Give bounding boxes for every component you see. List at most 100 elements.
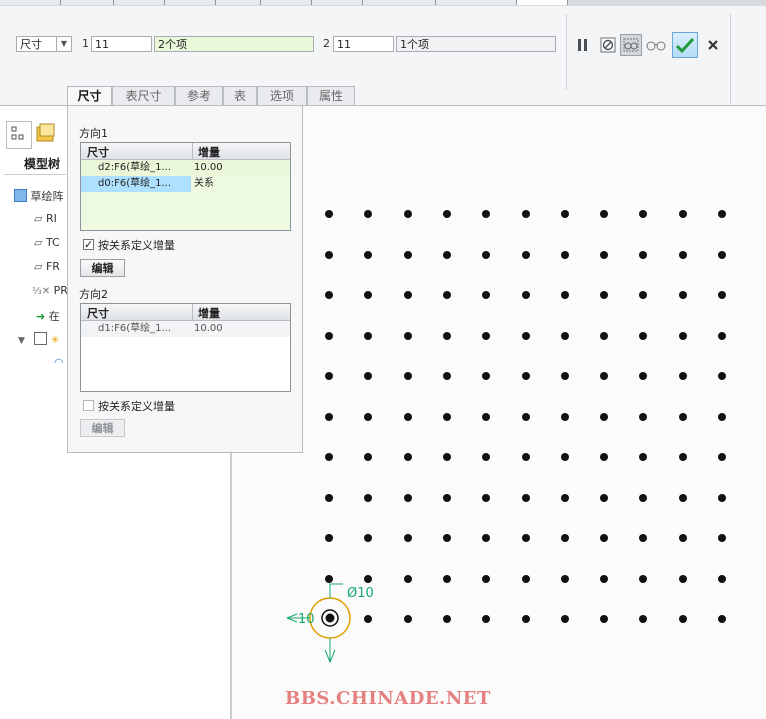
pattern-point[interactable] (718, 493, 726, 502)
pattern-point[interactable] (442, 453, 451, 461)
pattern-point[interactable] (678, 372, 687, 380)
pattern-point[interactable] (639, 250, 648, 259)
tree-item-front-plane[interactable]: ▱ FR (34, 260, 60, 273)
pattern-point[interactable] (442, 291, 451, 299)
tab-properties[interactable]: 属性 (307, 86, 355, 105)
pattern-point[interactable] (718, 534, 726, 542)
tree-item-pattern[interactable]: ▼ ✳ (18, 332, 59, 346)
pattern-point[interactable] (718, 250, 726, 259)
pattern-point[interactable] (560, 331, 569, 340)
pattern-point[interactable] (560, 615, 569, 623)
dir2-relation-checkbox[interactable] (83, 400, 94, 411)
pattern-point[interactable] (678, 453, 687, 461)
pattern-point[interactable] (442, 574, 451, 583)
dir2-items-collector[interactable]: 1个项 (396, 36, 556, 52)
pattern-point[interactable] (403, 615, 412, 623)
pattern-point[interactable] (600, 412, 609, 421)
pattern-point[interactable] (521, 574, 530, 583)
pattern-point[interactable] (718, 574, 726, 583)
dir2-count-input[interactable]: 11 (333, 36, 394, 52)
pattern-point[interactable] (718, 372, 726, 380)
pattern-point[interactable] (600, 250, 609, 259)
pattern-point[interactable] (325, 250, 333, 259)
tree-item-root[interactable]: 草绘阵 (14, 188, 64, 204)
pattern-point[interactable] (718, 615, 726, 623)
dropdown-arrow-icon[interactable]: ▼ (56, 37, 71, 51)
pattern-point[interactable] (600, 574, 609, 583)
pattern-point[interactable] (482, 412, 491, 421)
row-increment[interactable]: 10.00 (194, 321, 223, 337)
pattern-point[interactable] (678, 493, 687, 502)
pattern-point[interactable] (521, 412, 530, 421)
pattern-point[interactable] (482, 331, 491, 340)
pattern-point[interactable] (403, 331, 412, 340)
pattern-point[interactable] (718, 453, 726, 461)
pattern-point[interactable] (442, 210, 451, 218)
pattern-point[interactable] (718, 331, 726, 340)
tree-item-top-plane[interactable]: ▱ TC (34, 236, 60, 249)
pattern-point[interactable] (403, 372, 412, 380)
pattern-point[interactable] (678, 615, 687, 623)
tree-item-csys[interactable]: ⅓✕ PR (32, 284, 68, 297)
ribbon-tab[interactable] (61, 0, 114, 5)
horizontal-dimension[interactable]: 10 (298, 612, 315, 627)
verify-mode-button[interactable] (645, 34, 667, 56)
table-row-selected[interactable]: d0:F6(草绘_1... 关系 (81, 176, 290, 192)
pattern-point[interactable] (364, 412, 373, 421)
ribbon-tab[interactable] (436, 0, 517, 5)
folder-browser-tab[interactable] (34, 121, 60, 147)
pattern-point[interactable] (560, 291, 569, 299)
pattern-point[interactable] (718, 412, 726, 421)
pattern-point[interactable] (442, 493, 451, 502)
pattern-point[interactable] (678, 534, 687, 542)
pattern-point[interactable] (678, 291, 687, 299)
tab-dimensions[interactable]: 尺寸 (67, 86, 112, 105)
pattern-point[interactable] (442, 615, 451, 623)
pattern-point[interactable] (678, 574, 687, 583)
pattern-type-select[interactable]: 尺寸 ▼ (16, 36, 72, 52)
pattern-point[interactable] (325, 372, 333, 380)
pattern-point[interactable] (442, 412, 451, 421)
pattern-point[interactable] (678, 331, 687, 340)
tab-options[interactable]: 选项 (257, 86, 307, 105)
pattern-point[interactable] (403, 291, 412, 299)
ribbon-tab[interactable] (114, 0, 165, 5)
ribbon-tab[interactable] (165, 0, 216, 5)
pattern-point[interactable] (403, 574, 412, 583)
pattern-point[interactable] (521, 493, 530, 502)
model-tree-tab-icon[interactable] (6, 121, 32, 149)
expand-arrow-icon[interactable]: ▼ (18, 336, 25, 346)
pattern-point[interactable] (442, 534, 451, 542)
pattern-point[interactable] (521, 372, 530, 380)
pattern-point[interactable] (364, 250, 373, 259)
geometry-preview-button[interactable] (620, 34, 642, 56)
ribbon-tab[interactable] (261, 0, 312, 5)
pattern-point[interactable] (639, 412, 648, 421)
pattern-point[interactable] (442, 250, 451, 259)
dir1-items-collector[interactable]: 2个项 (154, 36, 314, 52)
pattern-point[interactable] (678, 412, 687, 421)
table-row[interactable]: d2:F6(草绘_1... 10.00 (81, 160, 290, 176)
pattern-point[interactable] (718, 291, 726, 299)
pattern-point[interactable] (403, 534, 412, 542)
pattern-point[interactable] (482, 250, 491, 259)
pattern-point[interactable] (403, 210, 412, 218)
tab-references[interactable]: 参考 (175, 86, 223, 105)
pattern-point[interactable] (718, 210, 726, 218)
pattern-point[interactable] (600, 331, 609, 340)
pattern-point[interactable] (639, 331, 648, 340)
pattern-point[interactable] (521, 210, 530, 218)
pattern-point[interactable] (560, 453, 569, 461)
pattern-point[interactable] (482, 493, 491, 502)
dir1-count-input[interactable]: 11 (91, 36, 152, 52)
pattern-point[interactable] (521, 453, 530, 461)
pattern-point[interactable] (364, 493, 373, 502)
dir1-relation-checkbox[interactable]: ✓ (83, 239, 94, 250)
pattern-point[interactable] (364, 331, 373, 340)
tree-item-insert-here[interactable]: ➜ 在 (36, 308, 60, 324)
pattern-point[interactable] (325, 453, 333, 461)
ribbon-tab[interactable] (216, 0, 261, 5)
pattern-point[interactable] (403, 412, 412, 421)
table-row[interactable]: d1:F6(草绘_1... 10.00 (81, 321, 290, 337)
pattern-point[interactable] (325, 534, 333, 542)
